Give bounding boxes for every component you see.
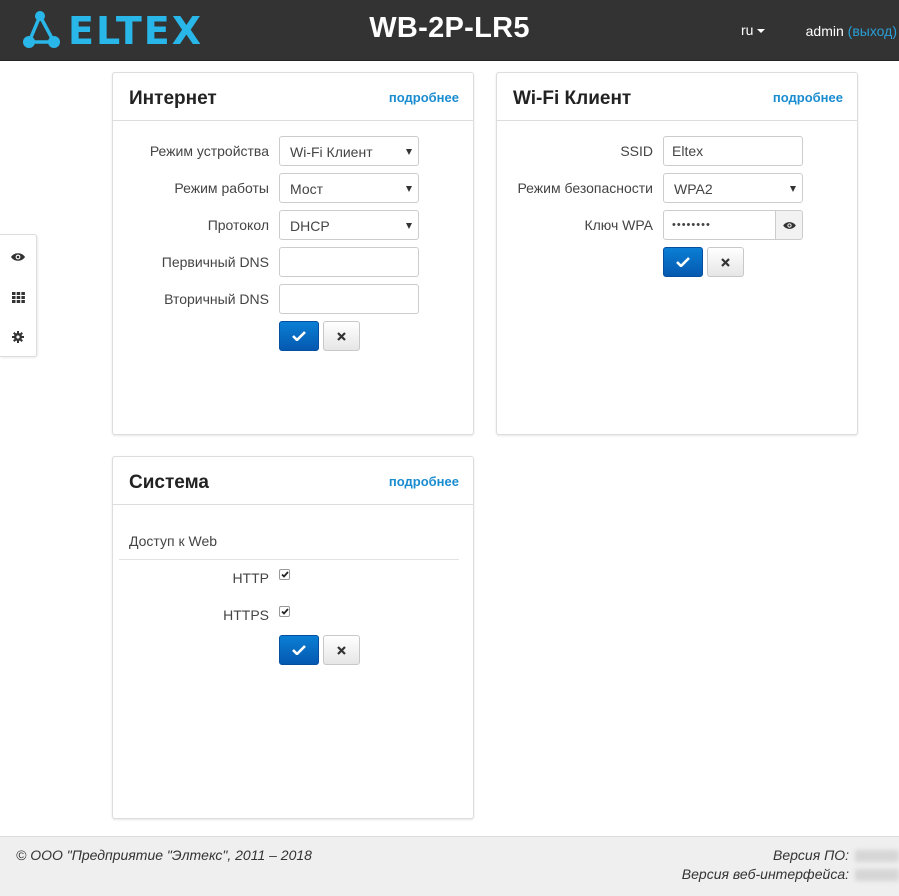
security-mode-value: WPA2 — [674, 181, 713, 197]
username: admin — [805, 23, 844, 39]
secondary-dns-label: Вторичный DNS — [164, 291, 269, 307]
wpa-key-group — [663, 210, 803, 240]
device-mode-value: Wi-Fi Клиент — [290, 144, 373, 160]
secondary-dns-input[interactable] — [279, 284, 419, 314]
top-bar: ELTEX WB-2P-LR5 ru admin (выход) — [0, 0, 899, 61]
security-mode-select[interactable]: WPA2 — [663, 173, 803, 203]
check-icon — [292, 331, 306, 341]
dropdown-arrow-icon — [790, 186, 796, 192]
wifi-client-panel: Wi-Fi Клиент подробнее SSID Режим безопа… — [496, 72, 858, 435]
sidenav-settings[interactable] — [0, 317, 36, 357]
more-link[interactable]: подробнее — [389, 474, 459, 489]
user-info: admin (выход) — [806, 23, 897, 39]
web-interface-version-label: Версия веб-интерфейса: — [681, 866, 849, 882]
eye-icon — [11, 253, 25, 261]
logout-link[interactable]: (выход) — [848, 23, 897, 39]
gear-icon — [12, 331, 24, 343]
dropdown-arrow-icon — [406, 223, 412, 229]
more-link[interactable]: подробнее — [389, 90, 459, 105]
web-interface-version: Версия веб-интерфейса: — [682, 866, 899, 882]
system-panel: Система подробнее Доступ к Web HTTP HTTP… — [112, 456, 474, 819]
security-mode-label: Режим безопасности — [517, 180, 653, 196]
copyright-text: © ООО "Предприятие "Элтекс", 2011 – 2018 — [16, 847, 312, 863]
primary-dns-input[interactable] — [279, 247, 419, 277]
checkmark-icon — [280, 608, 289, 615]
close-icon — [337, 331, 346, 341]
protocol-label: Протокол — [207, 217, 269, 233]
eye-icon — [782, 221, 796, 229]
redacted-value — [855, 850, 899, 863]
firmware-version: Версия ПО: — [773, 847, 899, 863]
panel-header: Система подробнее — [113, 457, 473, 505]
protocol-select[interactable]: DHCP — [279, 210, 419, 240]
work-mode-select[interactable]: Мост — [279, 173, 419, 203]
cancel-button[interactable] — [323, 635, 360, 665]
grid-icon — [11, 291, 25, 303]
more-link[interactable]: подробнее — [773, 90, 843, 105]
primary-dns-label: Первичный DNS — [161, 254, 269, 270]
panel-header: Wi-Fi Клиент подробнее — [497, 73, 857, 121]
ssid-input[interactable] — [663, 136, 803, 166]
show-password-button[interactable] — [775, 210, 803, 240]
https-checkbox[interactable] — [279, 606, 290, 617]
protocol-value: DHCP — [290, 218, 330, 234]
sidenav-monitoring[interactable] — [0, 237, 36, 277]
cancel-button[interactable] — [323, 321, 360, 351]
language-selector[interactable]: ru — [741, 22, 766, 38]
close-icon — [337, 645, 346, 655]
internet-panel: Интернет подробнее Режим устройства Wi-F… — [112, 72, 474, 435]
language-value: ru — [741, 22, 754, 38]
firmware-version-label: Версия ПО: — [773, 847, 849, 863]
device-mode-select[interactable]: Wi-Fi Клиент — [279, 136, 419, 166]
footer: © ООО "Предприятие "Элтекс", 2011 – 2018… — [0, 836, 899, 896]
panel-header: Интернет подробнее — [113, 73, 473, 121]
dropdown-arrow-icon — [406, 186, 412, 192]
wpa-key-label: Ключ WPA — [584, 217, 653, 233]
panel-title: Система — [129, 472, 209, 493]
side-nav — [0, 234, 37, 357]
checkmark-icon — [280, 571, 289, 578]
sidenav-dashboard[interactable] — [0, 277, 36, 317]
divider — [119, 559, 459, 560]
work-mode-value: Мост — [290, 181, 324, 197]
redacted-value — [855, 869, 899, 882]
http-label: HTTP — [232, 570, 269, 586]
work-mode-label: Режим работы — [174, 180, 269, 196]
panel-title: Интернет — [129, 88, 217, 109]
ssid-label: SSID — [620, 143, 653, 159]
dropdown-arrow-icon — [406, 149, 412, 155]
wpa-key-input[interactable] — [663, 210, 776, 240]
caret-down-icon — [757, 29, 766, 34]
web-access-label: Доступ к Web — [129, 533, 218, 549]
http-checkbox[interactable] — [279, 569, 290, 580]
check-icon — [676, 257, 690, 267]
device-mode-label: Режим устройства — [149, 143, 269, 159]
apply-button[interactable] — [279, 635, 319, 665]
cancel-button[interactable] — [707, 247, 744, 277]
apply-button[interactable] — [279, 321, 319, 351]
panel-title: Wi-Fi Клиент — [513, 88, 632, 109]
check-icon — [292, 645, 306, 655]
apply-button[interactable] — [663, 247, 703, 277]
https-label: HTTPS — [223, 607, 269, 623]
close-icon — [721, 257, 730, 267]
